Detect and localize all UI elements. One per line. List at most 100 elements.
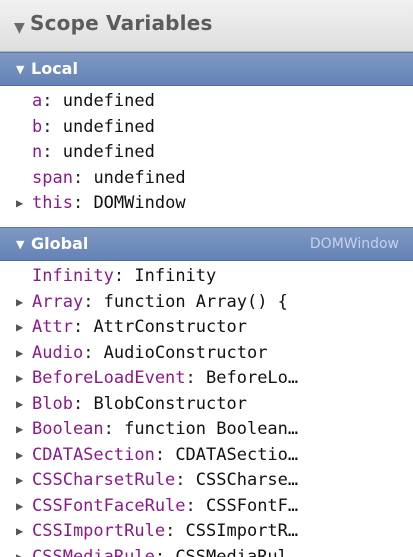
- disclosure-right-icon[interactable]: ▶: [16, 443, 23, 469]
- disclosure-right-icon[interactable]: ▶: [16, 417, 23, 443]
- property-row[interactable]: ▶ CSSImportRule: CSSImportR…: [0, 519, 413, 545]
- property-value: CDATASectio…: [175, 444, 299, 465]
- property-name: n: [32, 142, 43, 162]
- scope-variables-header[interactable]: ▼ Scope Variables: [0, 0, 413, 52]
- property-value: undefined: [62, 91, 155, 111]
- property-name: a: [32, 91, 43, 111]
- property-separator: :: [42, 116, 63, 137]
- property-name: BeforeLoadEvent: [32, 368, 186, 388]
- property-separator: :: [72, 193, 94, 213]
- property-value: undefined: [62, 116, 155, 137]
- scope-global-header[interactable]: ▼ Global DOMWindow: [0, 227, 413, 261]
- property-name: this: [32, 193, 73, 213]
- property-entry: BeforeLoadEvent: BeforeLo…: [32, 366, 298, 392]
- property-entry: a: undefined: [32, 89, 155, 115]
- property-entry: Blob: BlobConstructor: [32, 392, 247, 418]
- property-row[interactable]: ▶ BeforeLoadEvent: BeforeLo…: [0, 366, 413, 392]
- property-entry: this: DOMWindow: [32, 191, 186, 217]
- property-entry: span: undefined: [32, 166, 186, 192]
- property-entry: CSSCharsetRule: CSSCharse…: [32, 468, 298, 494]
- property-separator: :: [72, 317, 94, 337]
- property-entry: CSSImportRule: CSSImportR…: [32, 519, 298, 545]
- property-row[interactable]: ▶ Blob: BlobConstructor: [0, 392, 413, 418]
- scope-local-header[interactable]: ▼ Local: [0, 52, 413, 86]
- property-separator: :: [154, 444, 176, 465]
- property-value: undefined: [93, 167, 186, 188]
- property-row[interactable]: a: undefined: [0, 89, 413, 115]
- property-value: undefined: [62, 142, 155, 162]
- disclosure-down-icon[interactable]: ▼: [16, 63, 24, 76]
- disclosure-right-icon[interactable]: ▶: [16, 519, 23, 545]
- property-separator: :: [165, 521, 186, 541]
- property-row[interactable]: ▶ Boolean: function Boolean…: [0, 417, 413, 443]
- property-value: AudioConstructor: [103, 342, 268, 363]
- disclosure-right-icon[interactable]: ▶: [16, 392, 23, 418]
- property-entry: CSSMediaRule: CSSMediaRul: [32, 545, 288, 557]
- property-entry: b: undefined: [32, 115, 155, 141]
- property-entry: Infinity: Infinity: [32, 264, 216, 290]
- property-separator: :: [185, 495, 207, 516]
- scope-variables-pane: ▼ Scope Variables ▼ Local a: undefined b:…: [0, 0, 413, 557]
- property-row[interactable]: ▶ CSSFontFaceRule: CSSFontF…: [0, 494, 413, 520]
- property-value: CSSMediaRul: [175, 546, 288, 557]
- property-separator: :: [175, 470, 196, 490]
- property-separator: :: [113, 266, 135, 286]
- local-properties-list: a: undefined b: undefined n: undefined span…: [0, 89, 413, 217]
- property-value: AttrConstructor: [93, 317, 247, 337]
- property-name: Audio: [32, 342, 84, 363]
- property-entry: Boolean: function Boolean…: [32, 417, 298, 443]
- property-separator: :: [72, 393, 94, 414]
- property-value: function Boolean…: [124, 419, 299, 439]
- disclosure-down-icon[interactable]: ▼: [16, 238, 24, 251]
- property-separator: :: [185, 368, 207, 388]
- property-row[interactable]: ▶ this: DOMWindow: [0, 191, 413, 217]
- property-separator: :: [83, 291, 104, 312]
- property-entry: CSSFontFaceRule: CSSFontF…: [32, 494, 298, 520]
- property-entry: Audio: AudioConstructor: [32, 341, 267, 367]
- property-row[interactable]: n: undefined: [0, 140, 413, 166]
- disclosure-right-icon[interactable]: ▶: [16, 545, 23, 557]
- property-row[interactable]: b: undefined: [0, 115, 413, 141]
- property-name: b: [32, 116, 43, 137]
- disclosure-right-icon[interactable]: ▶: [16, 494, 23, 520]
- property-separator: :: [103, 419, 125, 439]
- property-row[interactable]: Infinity: Infinity: [0, 264, 413, 290]
- property-name: CSSFontFaceRule: [32, 495, 186, 516]
- property-value: function Array() {: [103, 291, 288, 312]
- property-name: Array: [32, 291, 84, 312]
- property-value: CSSFontF…: [206, 495, 299, 516]
- property-separator: :: [83, 342, 104, 363]
- property-name: Blob: [32, 393, 73, 414]
- scope-subtitle: DOMWindow: [309, 236, 399, 252]
- disclosure-right-icon[interactable]: ▶: [16, 191, 23, 217]
- property-value: CSSCharse…: [195, 470, 299, 490]
- property-row[interactable]: ▶ CDATASection: CDATASectio…: [0, 443, 413, 469]
- property-separator: :: [72, 167, 94, 188]
- pane-title: Scope Variables: [30, 11, 213, 35]
- property-row[interactable]: span: undefined: [0, 166, 413, 192]
- disclosure-down-icon[interactable]: ▼: [14, 20, 25, 36]
- property-row[interactable]: ▶ Array: function Array() {: [0, 290, 413, 316]
- property-entry: Array: function Array() {: [32, 290, 288, 316]
- disclosure-right-icon[interactable]: ▶: [16, 290, 23, 316]
- disclosure-right-icon[interactable]: ▶: [16, 315, 23, 341]
- property-name: CSSMediaRule: [32, 546, 155, 557]
- property-row[interactable]: ▶ Attr: AttrConstructor: [0, 315, 413, 341]
- property-row[interactable]: ▶ CSSMediaRule: CSSMediaRul: [0, 545, 413, 557]
- property-separator: :: [42, 91, 63, 111]
- disclosure-right-icon[interactable]: ▶: [16, 341, 23, 367]
- property-value: BeforeLo…: [206, 368, 299, 388]
- property-row[interactable]: ▶ CSSCharsetRule: CSSCharse…: [0, 468, 413, 494]
- property-name: CSSCharsetRule: [32, 470, 176, 490]
- property-name: Boolean: [32, 419, 104, 439]
- scope-label: Local: [31, 59, 78, 78]
- property-row[interactable]: ▶ Audio: AudioConstructor: [0, 341, 413, 367]
- property-value: Infinity: [134, 266, 217, 286]
- disclosure-right-icon[interactable]: ▶: [16, 468, 23, 494]
- disclosure-right-icon[interactable]: ▶: [16, 366, 23, 392]
- property-entry: CDATASection: CDATASectio…: [32, 443, 298, 469]
- property-name: CSSImportRule: [32, 521, 166, 541]
- property-name: Infinity: [32, 266, 114, 286]
- property-name: CDATASection: [32, 444, 155, 465]
- property-separator: :: [154, 546, 176, 557]
